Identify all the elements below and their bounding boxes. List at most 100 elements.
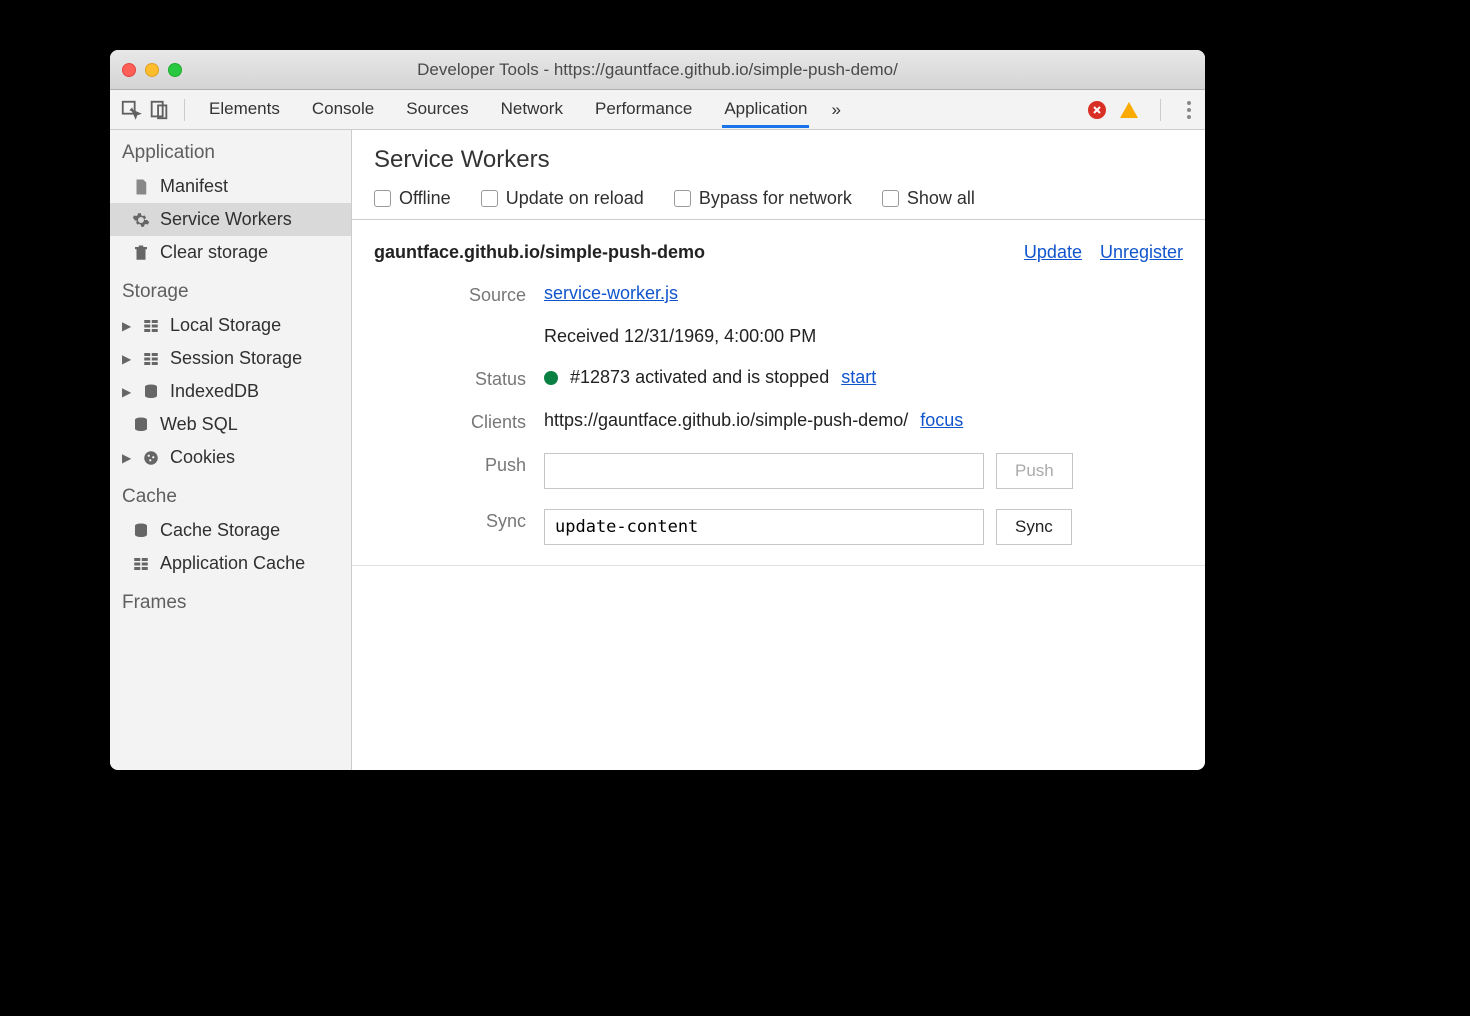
- grid-icon: [142, 317, 160, 335]
- window-title: Developer Tools - https://gauntface.gith…: [110, 60, 1205, 80]
- file-icon: [132, 178, 150, 196]
- inspect-element-icon[interactable]: [120, 99, 142, 121]
- sidebar-item-local-storage[interactable]: ▶ Local Storage: [110, 309, 351, 342]
- sidebar-item-clear-storage[interactable]: Clear storage: [110, 236, 351, 269]
- database-icon: [132, 522, 150, 540]
- sw-scope: gauntface.github.io/simple-push-demo Upd…: [352, 220, 1205, 566]
- received-text: Received 12/31/1969, 4:00:00 PM: [544, 326, 1183, 347]
- sidebar-item-label: Clear storage: [160, 242, 268, 263]
- devtools-window: Developer Tools - https://gauntface.gith…: [110, 50, 1205, 770]
- client-url: https://gauntface.github.io/simple-push-…: [544, 410, 908, 431]
- gear-icon: [132, 211, 150, 229]
- sidebar-item-label: Local Storage: [170, 315, 281, 336]
- sync-row: Sync Sync: [374, 509, 1183, 545]
- minimize-window-button[interactable]: [145, 63, 159, 77]
- sidebar-group-storage: Storage: [110, 269, 351, 309]
- sidebar-item-label: Manifest: [160, 176, 228, 197]
- tab-elements[interactable]: Elements: [207, 91, 282, 128]
- sidebar-group-frames: Frames: [110, 580, 351, 620]
- row-label: Sync: [374, 509, 544, 532]
- traffic-lights: [122, 63, 182, 77]
- toolbar-separator: [1160, 99, 1161, 121]
- tab-console[interactable]: Console: [310, 91, 376, 128]
- toolbar-separator: [184, 99, 185, 121]
- push-button[interactable]: Push: [996, 453, 1073, 489]
- sidebar-item-manifest[interactable]: Manifest: [110, 170, 351, 203]
- sidebar-item-label: Cache Storage: [160, 520, 280, 541]
- sidebar-item-label: Web SQL: [160, 414, 238, 435]
- grid-icon: [132, 555, 150, 573]
- row-label: Push: [374, 453, 544, 476]
- devtools-toolbar: Elements Console Sources Network Perform…: [110, 90, 1205, 130]
- clients-row: Clients https://gauntface.github.io/simp…: [374, 410, 1183, 433]
- devtools-tabs: Elements Console Sources Network Perform…: [207, 91, 809, 128]
- caret-right-icon: ▶: [122, 319, 132, 333]
- tab-network[interactable]: Network: [499, 91, 565, 128]
- caret-right-icon: ▶: [122, 352, 132, 366]
- trash-icon: [132, 244, 150, 262]
- unregister-link[interactable]: Unregister: [1100, 242, 1183, 263]
- warning-badge-icon[interactable]: [1120, 102, 1138, 118]
- application-sidebar: Application Manifest Service Workers Cle…: [110, 130, 352, 770]
- sidebar-item-session-storage[interactable]: ▶ Session Storage: [110, 342, 351, 375]
- push-input[interactable]: [544, 453, 984, 489]
- source-row: Source service-worker.js Received 12/31/…: [374, 283, 1183, 347]
- caret-right-icon: ▶: [122, 385, 132, 399]
- sync-input[interactable]: [544, 509, 984, 545]
- sidebar-item-label: Cookies: [170, 447, 235, 468]
- row-label: Source: [374, 283, 544, 306]
- sidebar-group-application: Application: [110, 130, 351, 170]
- update-link[interactable]: Update: [1024, 242, 1082, 263]
- sidebar-item-websql[interactable]: Web SQL: [110, 408, 351, 441]
- bypass-checkbox[interactable]: Bypass for network: [674, 188, 852, 209]
- titlebar: Developer Tools - https://gauntface.gith…: [110, 50, 1205, 90]
- row-label: Status: [374, 367, 544, 390]
- main-panel: Service Workers Offline Update on reload…: [352, 130, 1205, 770]
- checkbox-label: Update on reload: [506, 188, 644, 209]
- caret-right-icon: ▶: [122, 451, 132, 465]
- checkbox-label: Offline: [399, 188, 451, 209]
- checkbox-label: Bypass for network: [699, 188, 852, 209]
- grid-icon: [142, 350, 160, 368]
- sidebar-item-cookies[interactable]: ▶ Cookies: [110, 441, 351, 474]
- focus-link[interactable]: focus: [920, 410, 963, 431]
- error-badge-icon[interactable]: [1088, 101, 1106, 119]
- zoom-window-button[interactable]: [168, 63, 182, 77]
- scope-title: gauntface.github.io/simple-push-demo: [374, 242, 705, 263]
- start-link[interactable]: start: [841, 367, 876, 388]
- sidebar-item-cache-storage[interactable]: Cache Storage: [110, 514, 351, 547]
- source-link[interactable]: service-worker.js: [544, 283, 678, 304]
- offline-checkbox[interactable]: Offline: [374, 188, 451, 209]
- sidebar-item-service-workers[interactable]: Service Workers: [110, 203, 351, 236]
- sidebar-item-label: Session Storage: [170, 348, 302, 369]
- sidebar-item-label: Application Cache: [160, 553, 305, 574]
- database-icon: [132, 416, 150, 434]
- show-all-checkbox[interactable]: Show all: [882, 188, 975, 209]
- update-on-reload-checkbox[interactable]: Update on reload: [481, 188, 644, 209]
- status-dot-icon: [544, 371, 558, 385]
- row-label: Clients: [374, 410, 544, 433]
- scope-actions: Update Unregister: [1024, 242, 1183, 263]
- checkbox-label: Show all: [907, 188, 975, 209]
- sidebar-item-application-cache[interactable]: Application Cache: [110, 547, 351, 580]
- tabs-overflow-button[interactable]: »: [831, 100, 840, 120]
- status-text: #12873 activated and is stopped: [570, 367, 829, 388]
- toolbar-right: [1088, 97, 1195, 123]
- status-row: Status #12873 activated and is stopped s…: [374, 367, 1183, 390]
- panel-heading: Service Workers: [374, 146, 1183, 174]
- sync-button[interactable]: Sync: [996, 509, 1072, 545]
- database-icon: [142, 383, 160, 401]
- sidebar-item-label: IndexedDB: [170, 381, 259, 402]
- device-toggle-icon[interactable]: [148, 99, 170, 121]
- tab-performance[interactable]: Performance: [593, 91, 694, 128]
- scope-header: gauntface.github.io/simple-push-demo Upd…: [374, 242, 1183, 263]
- tab-sources[interactable]: Sources: [404, 91, 470, 128]
- sidebar-item-indexeddb[interactable]: ▶ IndexedDB: [110, 375, 351, 408]
- tab-application[interactable]: Application: [722, 91, 809, 128]
- sidebar-group-cache: Cache: [110, 474, 351, 514]
- main-header: Service Workers Offline Update on reload…: [352, 130, 1205, 220]
- panel-body: Application Manifest Service Workers Cle…: [110, 130, 1205, 770]
- push-row: Push Push: [374, 453, 1183, 489]
- close-window-button[interactable]: [122, 63, 136, 77]
- settings-menu-button[interactable]: [1183, 97, 1195, 123]
